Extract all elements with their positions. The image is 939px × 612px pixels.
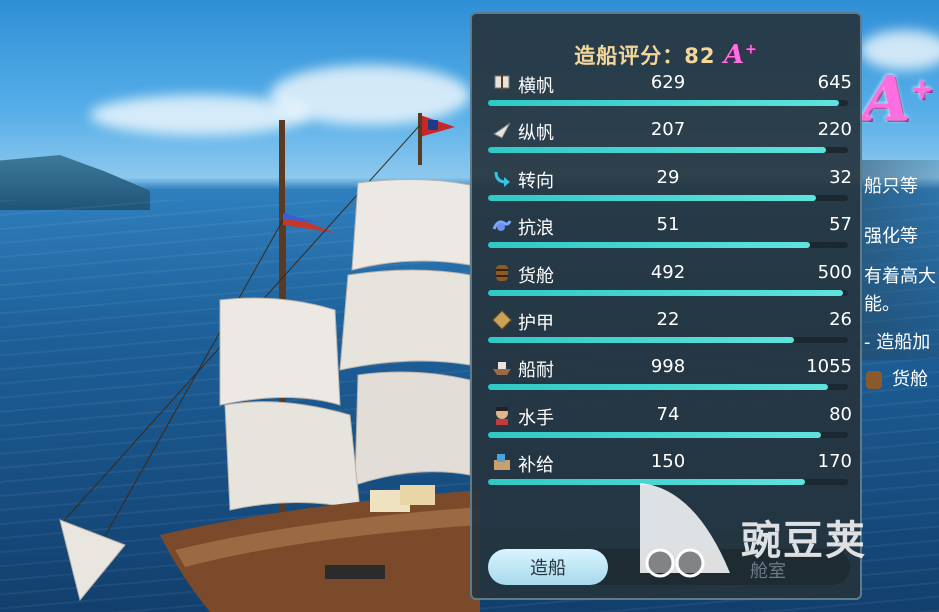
stat-row: 抗浪 51 57 <box>472 211 860 258</box>
stat-row: 水手 74 80 <box>472 401 860 448</box>
stat-bar <box>488 431 848 438</box>
turn-arrow-icon <box>494 171 510 187</box>
stat-max: 57 <box>829 214 852 236</box>
stat-name: 货舱 <box>518 265 554 287</box>
score-grade: A+ <box>723 40 758 70</box>
side-text: - 造船加 <box>864 332 931 353</box>
stat-bar <box>488 289 848 296</box>
stat-bar <box>488 194 848 201</box>
stat-max: 220 <box>817 119 852 141</box>
stat-current: 207 <box>650 119 686 141</box>
stat-bar-fill <box>488 384 829 391</box>
stat-name: 转向 <box>518 170 554 192</box>
stat-current: 51 <box>656 214 680 236</box>
square-sail-icon <box>494 74 510 92</box>
side-text: 有着高大 <box>864 266 936 287</box>
score-title: 造船评分：82 A+ <box>472 40 860 70</box>
stat-max: 80 <box>829 403 852 425</box>
stat-max: 170 <box>817 451 852 473</box>
stat-current: 74 <box>656 403 680 425</box>
stat-bar-fill <box>488 147 827 154</box>
supply-icon <box>494 454 510 471</box>
side-text: 船只等 <box>864 176 918 197</box>
shipbuilding-score-panel: 造船评分：82 A+ 横帆 629 645 纵帆 207 220 转向 29 32 抗浪 51 57 货… <box>470 12 862 600</box>
sailor-icon <box>496 406 508 425</box>
stat-name: 纵帆 <box>518 123 554 145</box>
side-text: 强化等 <box>864 226 918 247</box>
stat-name: 护甲 <box>518 313 554 334</box>
stat-max: 1055 <box>806 356 852 378</box>
stat-row: 船耐 998 1055 <box>472 353 860 400</box>
stat-bar <box>488 479 848 486</box>
ship-hull-icon <box>493 362 511 376</box>
sailing-ship <box>59 113 480 612</box>
stat-row: 纵帆 207 220 <box>472 116 860 163</box>
stat-current: 22 <box>656 309 680 330</box>
stat-bar <box>488 147 848 154</box>
fore-aft-sail-icon <box>493 122 511 140</box>
stat-current: 492 <box>650 261 686 283</box>
stat-name: 水手 <box>518 407 554 429</box>
wave-icon <box>492 220 512 232</box>
stat-bar <box>488 242 848 249</box>
stat-current: 998 <box>650 356 686 378</box>
stat-bar-fill <box>488 479 805 486</box>
stat-bar-fill <box>488 100 839 106</box>
stat-max: 26 <box>829 309 852 330</box>
stat-bar-fill <box>488 242 811 249</box>
stat-current: 29 <box>656 166 680 188</box>
barrel-icon <box>866 371 882 389</box>
stat-name: 补给 <box>518 455 554 477</box>
stat-max: 500 <box>817 261 852 283</box>
stat-row: 护甲 22 26 <box>472 306 860 353</box>
score-label: 造船评分：82 <box>574 44 716 68</box>
stat-bar-fill <box>488 431 821 438</box>
stat-bar-fill <box>488 337 794 343</box>
side-text: 能。 <box>864 294 900 315</box>
stat-row: 横帆 629 645 <box>472 69 860 116</box>
tab-cabin[interactable]: 舱室 <box>750 557 786 583</box>
stat-max: 32 <box>829 166 852 188</box>
stat-bar-fill <box>488 194 816 201</box>
armor-plate-icon <box>492 310 512 330</box>
stat-current: 150 <box>650 451 686 473</box>
stat-name: 船耐 <box>518 360 554 382</box>
stat-row: 补给 150 170 <box>472 448 860 495</box>
stat-row: 货舱 492 500 <box>472 259 860 306</box>
tab-bar: 造船 舱室 <box>488 549 850 585</box>
side-cargo-item: 货舱 <box>866 365 928 391</box>
stat-bar-fill <box>488 289 843 296</box>
side-grade-badge: A+ <box>862 62 934 135</box>
stat-bar <box>488 384 848 391</box>
barrel-icon <box>496 264 508 281</box>
tab-shipbuilding[interactable]: 造船 <box>488 549 608 585</box>
stat-row: 转向 29 32 <box>472 164 860 211</box>
stat-current: 629 <box>650 72 686 93</box>
stat-bar <box>488 100 848 106</box>
stat-name: 横帆 <box>518 76 554 97</box>
stat-max: 645 <box>817 72 852 93</box>
stat-bar <box>488 337 848 343</box>
stat-name: 抗浪 <box>518 218 554 240</box>
